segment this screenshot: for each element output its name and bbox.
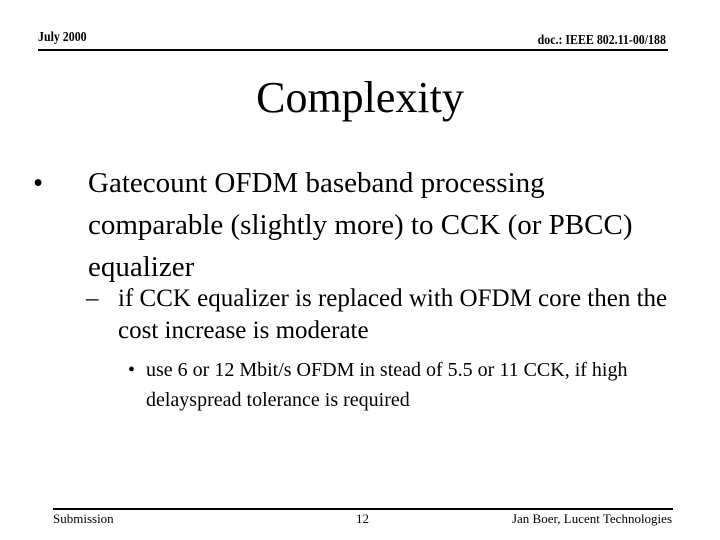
- footer-author: Jan Boer, Lucent Technologies: [511, 511, 672, 526]
- bullet-level-2: – if CCK equalizer is replaced with OFDM…: [86, 283, 686, 347]
- slide-title: Complexity: [256, 73, 464, 122]
- bullet-icon: •: [33, 167, 44, 199]
- header-divider: [38, 49, 668, 51]
- bullet-text: Gatecount OFDM baseband processing compa…: [88, 167, 633, 283]
- footer-divider: [53, 508, 673, 510]
- footer-submission: Submission: [53, 511, 114, 526]
- bullet-text: if CCK equalizer is replaced with OFDM c…: [118, 285, 668, 344]
- header-doc-id: doc.: IEEE 802.11-00/188: [537, 33, 666, 48]
- bullet-level-3: • use 6 or 12 Mbit/s OFDM in stead of 5.…: [128, 355, 688, 415]
- bullet-level-1: • Gatecount OFDM baseband processing com…: [33, 162, 653, 288]
- dash-icon: –: [86, 285, 99, 312]
- bullet-icon: •: [128, 359, 136, 381]
- page-number: 12: [356, 511, 369, 526]
- bullet-text: use 6 or 12 Mbit/s OFDM in stead of 5.5 …: [146, 359, 628, 411]
- header-date: July 2000: [38, 30, 87, 45]
